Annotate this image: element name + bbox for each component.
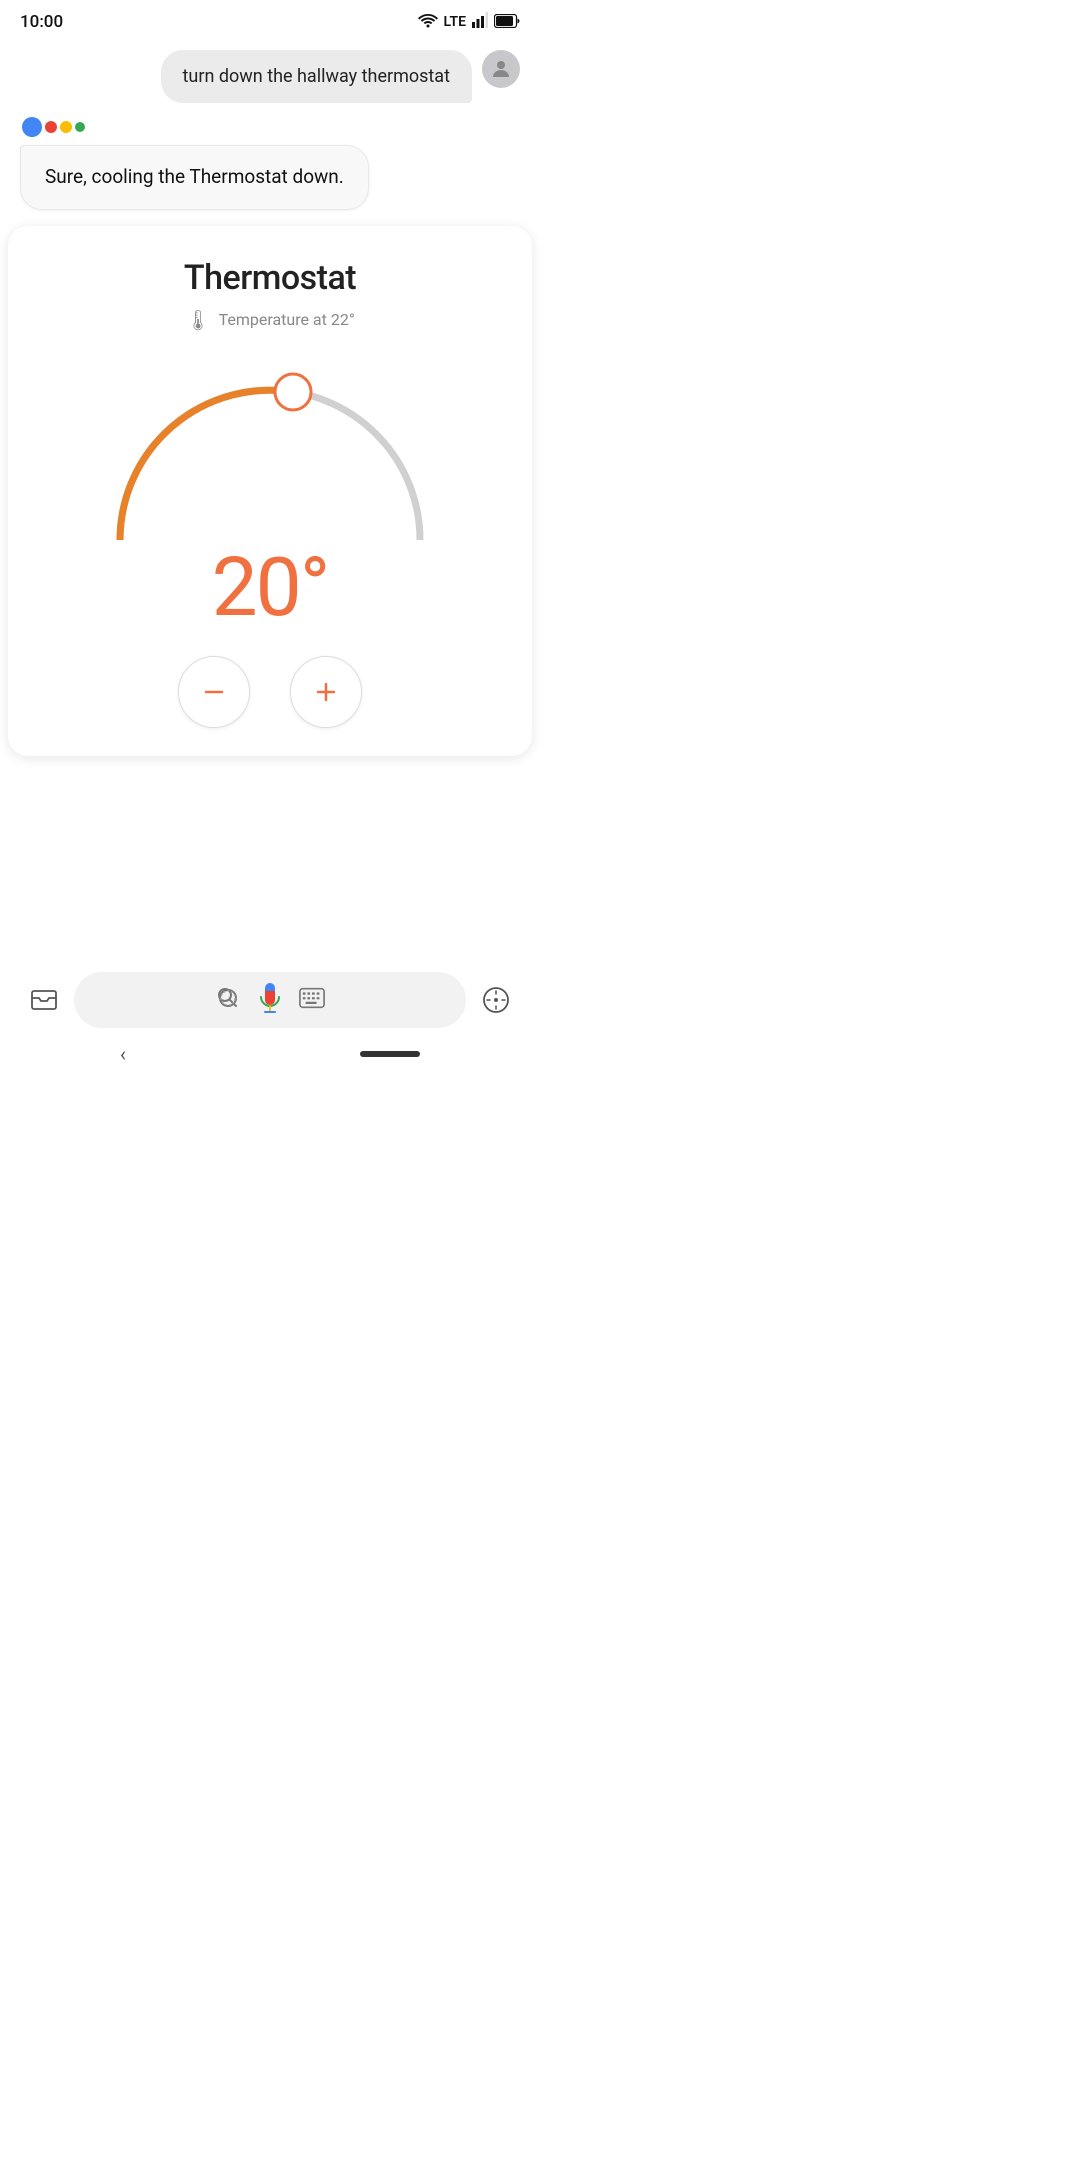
back-button[interactable]: ‹: [120, 1042, 126, 1066]
lens-icon[interactable]: [215, 985, 241, 1015]
user-message-text: turn down the hallway thermostat: [183, 66, 450, 87]
chat-area: turn down the hallway thermostat Sure, c…: [0, 40, 540, 220]
status-time: 10:00: [20, 12, 63, 32]
google-bar: [0, 958, 540, 1038]
assistant-message-text: Sure, cooling the Thermostat down.: [45, 165, 344, 188]
assistant-message-row: Sure, cooling the Thermostat down.: [20, 117, 520, 210]
keyboard-icon[interactable]: [299, 987, 325, 1013]
battery-icon: [494, 13, 520, 32]
dial-svg: [110, 350, 430, 540]
google-input-pill[interactable]: [74, 972, 466, 1028]
wifi-icon: [418, 12, 438, 32]
thermometer-icon: 🌡: [185, 308, 210, 332]
nav-home-bar: ‹: [0, 1038, 540, 1066]
dot-yellow: [60, 121, 72, 133]
inbox-button[interactable]: [24, 980, 64, 1020]
dial-handle: [275, 374, 311, 410]
home-pill[interactable]: [360, 1051, 420, 1057]
decrease-button[interactable]: [178, 656, 250, 728]
user-bubble: turn down the hallway thermostat: [161, 50, 472, 103]
thermostat-title: Thermostat: [184, 258, 356, 298]
bottom-navigation: ‹: [0, 958, 540, 1080]
increase-button[interactable]: [290, 656, 362, 728]
status-icons: LTE: [418, 12, 520, 32]
temperature-value-label: Temperature at 22°: [219, 310, 355, 329]
thermostat-card: Thermostat 🌡 Temperature at 22°: [8, 226, 532, 756]
user-avatar: [482, 50, 520, 88]
lte-label: LTE: [444, 14, 466, 30]
assistant-bubble: Sure, cooling the Thermostat down.: [20, 145, 369, 210]
temperature-controls: [178, 656, 362, 728]
status-bar: 10:00 LTE: [0, 0, 540, 40]
user-message-row: turn down the hallway thermostat: [20, 50, 520, 103]
current-temperature: 20°: [212, 540, 329, 636]
thermostat-dial[interactable]: [110, 350, 430, 540]
explore-button[interactable]: [476, 980, 516, 1020]
dot-green: [75, 122, 85, 132]
dot-red: [45, 121, 57, 133]
microphone-icon[interactable]: [257, 982, 283, 1018]
google-assistant-dots: [20, 117, 85, 137]
temperature-label: 🌡 Temperature at 22°: [185, 308, 355, 332]
dot-blue: [22, 117, 42, 137]
signal-icon: [472, 12, 488, 32]
